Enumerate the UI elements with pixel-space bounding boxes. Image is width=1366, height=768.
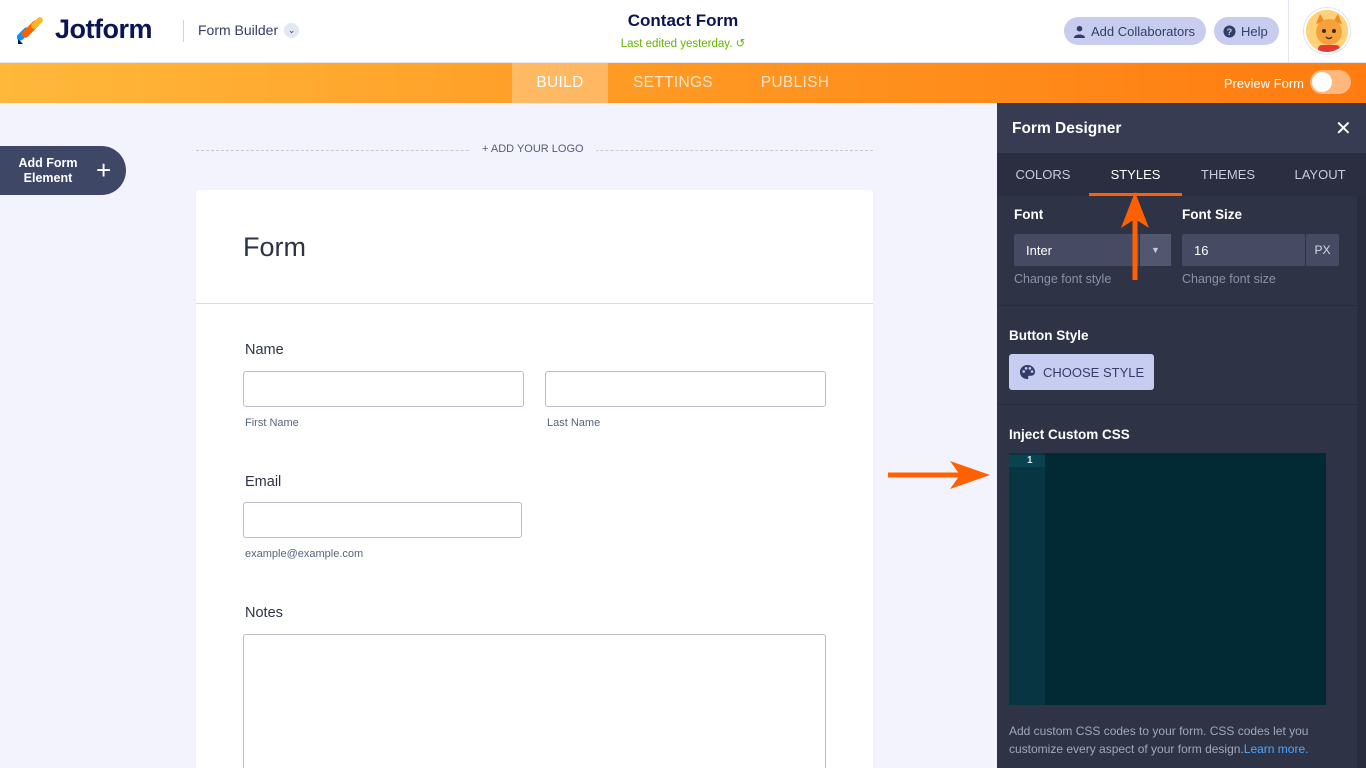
avatar-divider <box>1288 0 1289 63</box>
email-input[interactable] <box>243 502 522 538</box>
font-hint: Change font style <box>1014 272 1112 286</box>
css-help-text: Add custom CSS codes to your form. CSS c… <box>1009 722 1339 758</box>
font-size-input[interactable]: 16 <box>1182 234 1305 266</box>
last-edited-text: Last edited yesterday. <box>620 38 733 50</box>
question-icon: ? <box>1223 24 1236 38</box>
tab-publish[interactable]: PUBLISH <box>745 63 845 103</box>
notes-label[interactable]: Notes <box>245 605 283 621</box>
font-size-unit: PX <box>1306 234 1339 266</box>
top-header: Jotform Form Builder ⌄ Contact Form Last… <box>0 0 1366 63</box>
help-button[interactable]: ? Help <box>1214 17 1279 45</box>
add-collaborators-button[interactable]: Add Collaborators <box>1064 17 1207 45</box>
help-label: Help <box>1241 23 1268 39</box>
name-label[interactable]: Name <box>245 342 284 358</box>
font-select-value: Inter <box>1026 243 1053 258</box>
add-form-element-button[interactable]: Add Form Element + <box>0 146 126 195</box>
add-form-element-label: Add Form Element <box>18 155 78 185</box>
form-designer-panel: Form Designer ✕ COLORS STYLES THEMES LAY… <box>997 103 1366 768</box>
last-name-input[interactable] <box>545 371 826 407</box>
font-size-label: Font Size <box>1182 207 1242 222</box>
font-size-value: 16 <box>1194 243 1209 258</box>
last-name-sublabel: Last Name <box>547 417 601 429</box>
add-logo-link[interactable]: + ADD YOUR LOGO <box>470 143 596 155</box>
tab-themes[interactable]: THEMES <box>1182 153 1274 196</box>
tab-settings[interactable]: SETTINGS <box>621 63 725 103</box>
preview-form-toggle[interactable] <box>1310 70 1351 94</box>
notes-textarea[interactable] <box>243 634 826 768</box>
section-divider <box>997 305 1357 306</box>
arrow-right-annotation <box>888 461 990 489</box>
user-avatar[interactable] <box>1304 8 1350 54</box>
tab-colors[interactable]: COLORS <box>997 153 1089 196</box>
line-number: 1 <box>1009 455 1045 467</box>
choose-style-button[interactable]: CHOOSE STYLE <box>1009 354 1154 390</box>
arrow-up-annotation <box>1121 192 1149 280</box>
panel-scrollbar[interactable] <box>1357 196 1366 768</box>
email-label[interactable]: Email <box>245 474 281 490</box>
designer-tabs: COLORS STYLES THEMES LAYOUT <box>997 153 1366 196</box>
section-divider <box>997 404 1357 405</box>
font-label: Font <box>1014 207 1044 222</box>
preview-form-label: Preview Form <box>1223 76 1304 91</box>
button-style-label: Button Style <box>1009 328 1089 343</box>
learn-more-link[interactable]: Learn more. <box>1244 742 1309 756</box>
designer-title: Form Designer <box>1012 120 1122 137</box>
editor-content[interactable] <box>1045 453 1326 705</box>
add-collaborators-label: Add Collaborators <box>1091 23 1196 39</box>
font-size-hint: Change font size <box>1182 272 1276 286</box>
email-sublabel: example@example.com <box>245 548 364 560</box>
close-icon[interactable]: ✕ <box>1335 116 1352 141</box>
form-card: Form Name First Name Last Name Email exa… <box>196 190 873 768</box>
first-name-sublabel: First Name <box>245 417 299 429</box>
tab-build[interactable]: BUILD <box>512 63 608 103</box>
refresh-icon: ↺ <box>735 38 746 50</box>
tab-layout[interactable]: LAYOUT <box>1274 153 1366 196</box>
user-icon <box>1073 25 1086 38</box>
choose-style-label: CHOOSE STYLE <box>1043 364 1145 380</box>
toggle-knob <box>1312 72 1332 92</box>
designer-header: Form Designer ✕ <box>997 103 1366 153</box>
editor-gutter <box>1009 453 1045 705</box>
plus-icon: + <box>96 155 112 185</box>
svg-text:?: ? <box>1227 26 1233 36</box>
custom-css-editor[interactable]: 1 <box>1009 453 1326 705</box>
form-heading[interactable]: Form <box>243 232 306 263</box>
inject-css-label: Inject Custom CSS <box>1009 427 1130 442</box>
main-nav: BUILD SETTINGS PUBLISH Preview Form <box>0 63 1366 103</box>
first-name-input[interactable] <box>243 371 524 407</box>
palette-icon <box>1019 364 1036 379</box>
